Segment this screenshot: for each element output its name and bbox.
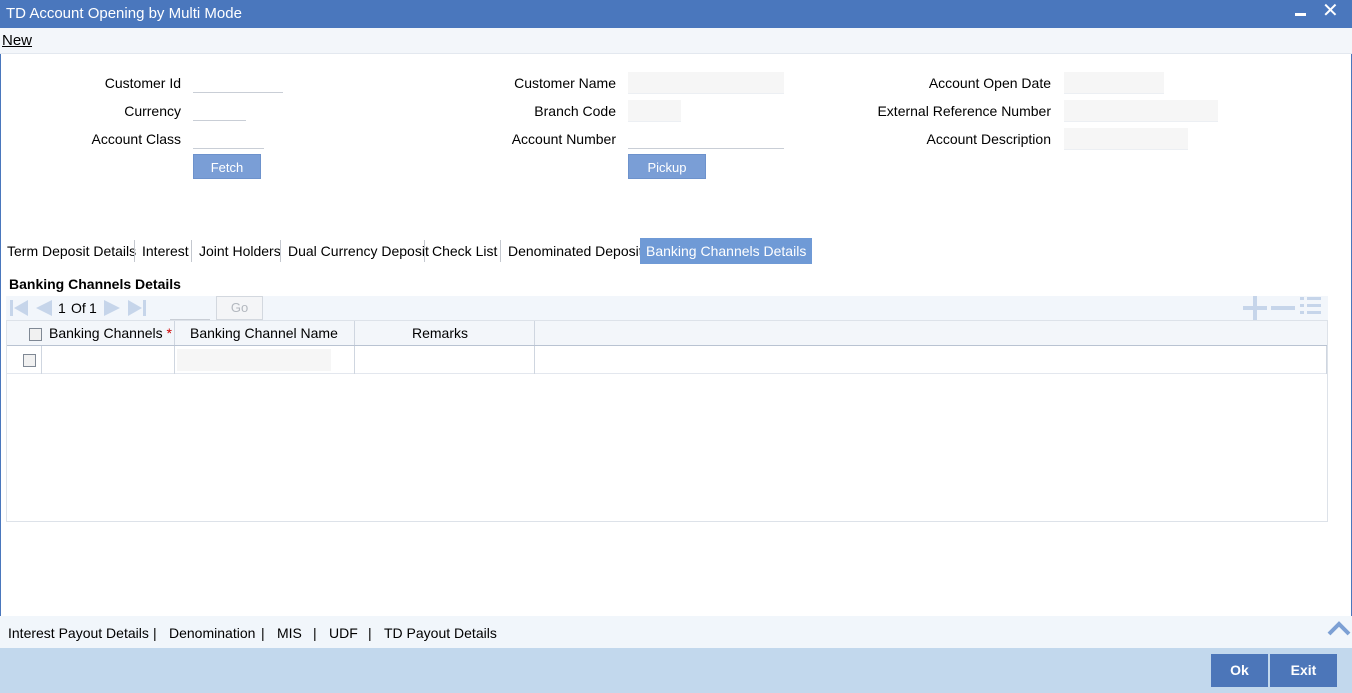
minimize-icon[interactable] <box>1295 13 1306 16</box>
tab-banking-channels-details[interactable]: Banking Channels Details <box>640 238 813 264</box>
mis-link[interactable]: MIS <box>277 625 302 641</box>
last-page-icon[interactable] <box>126 296 148 320</box>
interest-payout-details-link[interactable]: Interest Payout Details <box>8 625 149 641</box>
account-description-label: Account Description <box>926 131 1051 147</box>
customer-id-label: Customer Id <box>104 75 181 91</box>
column-header-remarks: Remarks <box>412 325 469 341</box>
ok-button[interactable]: Ok <box>1211 654 1268 687</box>
row-checkbox[interactable] <box>23 354 36 367</box>
current-page: 1 <box>58 300 66 316</box>
currency-label: Currency <box>124 103 181 119</box>
grid-toolbar: 1 Of 1 Go <box>6 296 1328 320</box>
page-of-label: Of <box>71 300 86 316</box>
tab-separator <box>500 240 501 262</box>
tab-separator <box>191 240 192 262</box>
account-open-date-label: Account Open Date <box>928 75 1051 91</box>
branch-code-field[interactable] <box>628 100 681 122</box>
td-payout-details-link[interactable]: TD Payout Details <box>384 625 497 641</box>
exit-button[interactable]: Exit <box>1270 654 1337 687</box>
pickup-button[interactable]: Pickup <box>628 154 706 179</box>
sub-screen-links: Interest Payout Details | Denomination |… <box>0 616 1352 648</box>
fetch-button[interactable]: Fetch <box>193 154 261 179</box>
external-reference-label: External Reference Number <box>877 103 1051 119</box>
branch-code-label: Branch Code <box>534 103 616 119</box>
footer-bar: Ok Exit <box>0 648 1352 693</box>
banking-channels-grid: Banking Channels * Banking Channel Name … <box>6 320 1328 522</box>
window-titlebar: TD Account Opening by Multi Mode ✕ <box>0 0 1352 28</box>
column-header-banking-channel-name: Banking Channel Name <box>190 325 338 341</box>
add-row-icon[interactable] <box>1242 296 1268 320</box>
column-separator <box>41 346 42 374</box>
next-page-icon[interactable] <box>102 296 124 320</box>
denomination-link[interactable]: Denomination <box>169 625 255 641</box>
section-title: Banking Channels Details <box>9 276 181 292</box>
tab-check-list[interactable]: Check List <box>426 238 503 264</box>
account-description-field[interactable] <box>1064 128 1188 150</box>
window-title: TD Account Opening by Multi Mode <box>6 5 242 22</box>
previous-page-icon[interactable] <box>32 296 54 320</box>
account-number-label: Account Number <box>511 131 616 147</box>
required-marker: * <box>166 325 172 341</box>
column-separator <box>534 321 535 345</box>
chevron-up-icon[interactable] <box>1326 618 1352 638</box>
tab-separator <box>280 240 281 262</box>
column-separator <box>174 321 175 345</box>
column-separator <box>174 346 175 374</box>
select-all-checkbox[interactable] <box>29 328 42 341</box>
link-separator: | <box>261 625 265 641</box>
link-separator: | <box>313 625 317 641</box>
tab-dual-currency-deposit[interactable]: Dual Currency Deposit <box>282 238 435 264</box>
link-separator: | <box>153 625 157 641</box>
tab-separator <box>134 240 135 262</box>
link-separator: | <box>368 625 372 641</box>
tab-denominated-deposit[interactable]: Denominated Deposit <box>502 238 649 264</box>
column-header-banking-channels: Banking Channels * <box>49 325 172 341</box>
udf-link[interactable]: UDF <box>329 625 358 641</box>
go-button[interactable]: Go <box>216 296 263 320</box>
customer-id-field[interactable] <box>193 71 283 93</box>
close-icon[interactable]: ✕ <box>1322 0 1339 23</box>
external-reference-field[interactable] <box>1064 100 1218 122</box>
tab-separator <box>424 240 425 262</box>
customer-name-label: Customer Name <box>514 75 616 91</box>
total-pages: 1 <box>89 300 97 316</box>
account-class-field[interactable] <box>193 127 264 149</box>
column-separator <box>354 346 355 374</box>
single-view-icon[interactable] <box>1298 296 1324 320</box>
column-separator <box>354 321 355 345</box>
delete-row-icon[interactable] <box>1270 296 1296 320</box>
account-class-label: Account Class <box>91 131 181 147</box>
customer-name-field[interactable] <box>628 72 784 94</box>
new-link[interactable]: New <box>2 32 32 49</box>
currency-field[interactable] <box>193 99 246 121</box>
grid-header: Banking Channels * Banking Channel Name … <box>7 321 1327 346</box>
page-number-input[interactable] <box>170 298 210 320</box>
column-separator <box>534 346 535 374</box>
menu-bar: New <box>0 28 1352 54</box>
account-number-field[interactable] <box>628 127 784 149</box>
first-page-icon[interactable] <box>8 296 30 320</box>
table-row <box>7 346 1327 374</box>
account-open-date-field[interactable] <box>1064 72 1164 94</box>
tab-joint-holders[interactable]: Joint Holders <box>193 238 287 264</box>
column-separator <box>1326 346 1327 374</box>
tab-term-deposit-details[interactable]: Term Deposit Details <box>1 238 142 264</box>
tab-interest[interactable]: Interest <box>136 238 195 264</box>
banking-channel-input[interactable] <box>45 349 170 371</box>
window-border-left <box>0 28 1 693</box>
banking-channel-name-input[interactable] <box>177 349 331 371</box>
remarks-input[interactable] <box>358 349 530 371</box>
